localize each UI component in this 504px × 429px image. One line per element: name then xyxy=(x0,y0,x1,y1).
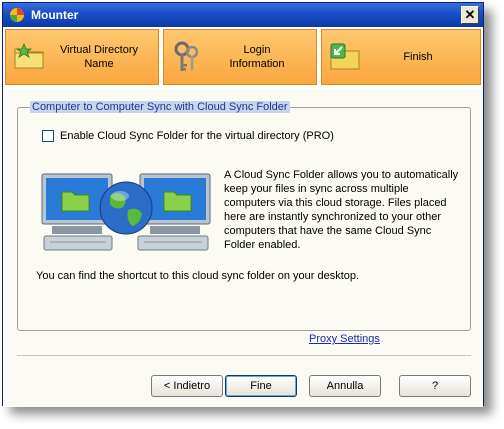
title-bar[interactable]: Mounter ✕ xyxy=(3,3,483,27)
folder-star-icon xyxy=(14,42,44,69)
shortcut-info: You can find the shortcut to this cloud … xyxy=(36,270,360,282)
keys-icon xyxy=(174,41,199,71)
cloud-sync-checkbox[interactable] xyxy=(42,130,54,142)
app-logo-icon xyxy=(10,8,24,22)
step-label-line1: Virtual Directory xyxy=(59,44,139,56)
separator xyxy=(17,355,471,356)
close-button[interactable]: ✕ xyxy=(461,6,479,24)
folder-arrow-icon xyxy=(330,43,360,70)
step-label-line2: Name xyxy=(84,58,114,70)
finish-button[interactable]: Fine xyxy=(225,375,297,397)
proxy-settings-link[interactable]: Proxy Settings xyxy=(309,333,380,345)
step-label-line1: Finish xyxy=(403,51,433,63)
step-label-line1: Login xyxy=(243,44,271,56)
step-label: Virtual Directory Name xyxy=(44,30,154,84)
cancel-button[interactable]: Annulla xyxy=(309,375,381,397)
content-panel: Computer to Computer Sync with Cloud Syn… xyxy=(3,89,483,407)
help-button[interactable]: ? xyxy=(399,375,471,397)
group-title: Computer to Computer Sync with Cloud Syn… xyxy=(30,101,290,113)
step-label: Login Information xyxy=(202,30,312,84)
close-icon: ✕ xyxy=(464,7,476,22)
wizard-steps: Virtual Directory Name Login Information xyxy=(3,27,483,89)
step-finish: Finish xyxy=(321,29,481,85)
step-virtual-directory-name: Virtual Directory Name xyxy=(5,29,159,85)
cloud-sync-checkbox-label[interactable]: Enable Cloud Sync Folder for the virtual… xyxy=(60,130,334,142)
step-label-line2: Information xyxy=(229,58,285,70)
cloud-sync-description: A Cloud Sync Folder allows you to automa… xyxy=(224,169,459,251)
cloud-sync-checkbox-row[interactable]: Enable Cloud Sync Folder for the virtual… xyxy=(42,130,334,142)
computer-sync-illustration xyxy=(41,173,211,251)
cloud-sync-group: Computer to Computer Sync with Cloud Syn… xyxy=(17,101,471,331)
back-button[interactable]: < Indietro xyxy=(151,375,223,397)
window-title: Mounter xyxy=(31,8,79,22)
mounter-window: Mounter ✕ Virtual Directory Name Login I… xyxy=(2,2,484,407)
step-login-information: Login Information xyxy=(163,29,317,85)
step-label: Finish xyxy=(360,30,476,84)
